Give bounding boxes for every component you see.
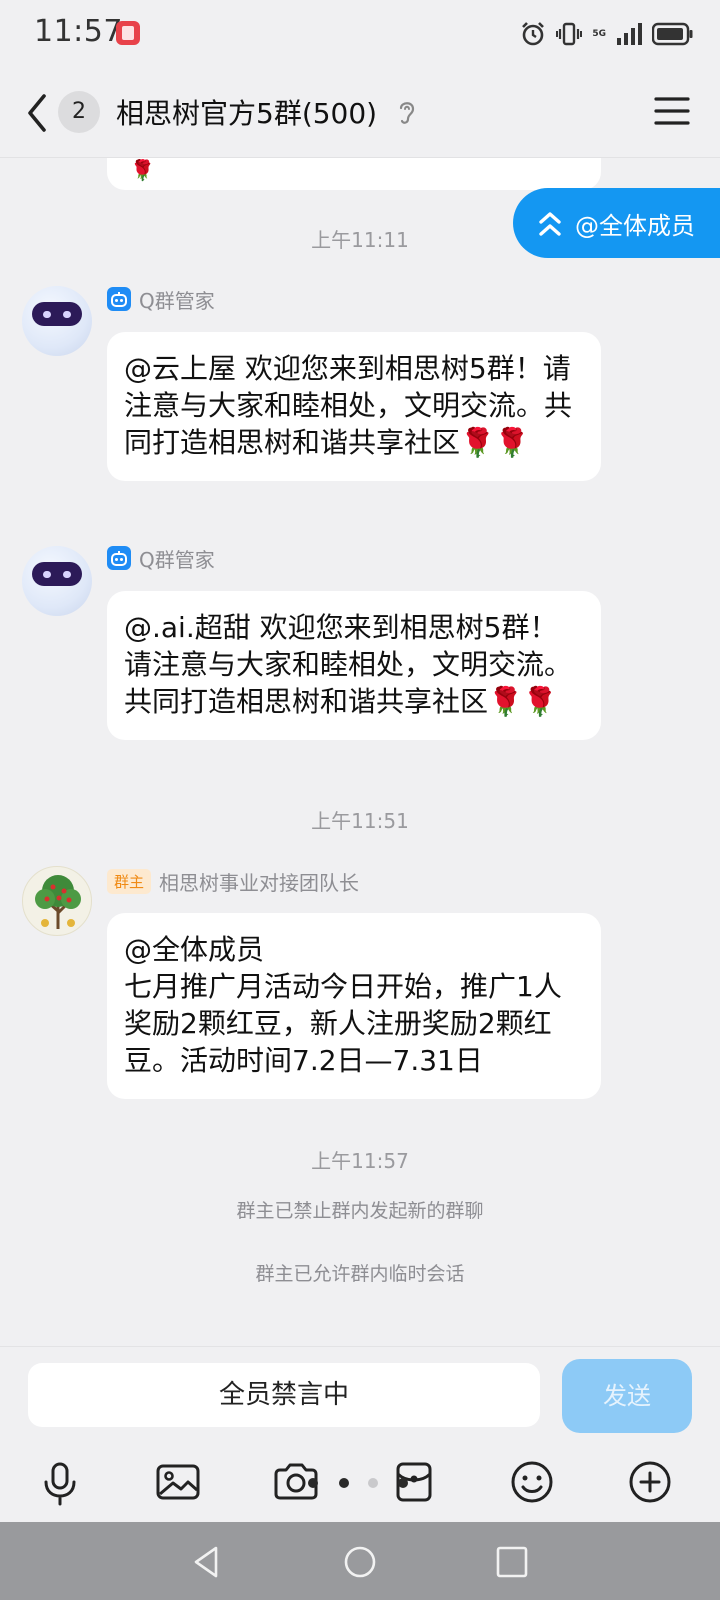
nav-home-icon[interactable]: [338, 1540, 382, 1584]
timestamp: 上午11:57: [311, 1149, 409, 1173]
sender-name[interactable]: 相思树事业对接团队长: [159, 867, 359, 896]
nav-recents-icon[interactable]: [490, 1540, 534, 1584]
message-bubble[interactable]: @云上屋 欢迎您来到相思树5群！请注意与大家和睦相处，文明交流。共同打造相思树和…: [107, 332, 601, 481]
page-dot-active: [308, 1478, 318, 1488]
chat-header: 2 相思树官方5群(500): [0, 68, 720, 158]
sender-row: Q群管家: [107, 544, 215, 573]
message-bubble-previous[interactable]: [107, 158, 601, 190]
page-indicator: [0, 1478, 720, 1488]
sender-row: Q群管家: [107, 285, 215, 314]
nav-back-icon[interactable]: [186, 1540, 230, 1584]
vibrate-icon: [556, 22, 583, 46]
timestamp: 上午11:11: [311, 228, 409, 252]
bot-visor: [32, 562, 82, 586]
page-dot: [368, 1478, 378, 1488]
bot-eye: [43, 571, 51, 578]
system-message: 群主已禁止群内发起新的群聊: [236, 1200, 484, 1222]
alarm-icon: [522, 22, 545, 46]
page-dot: [398, 1478, 408, 1488]
sender-row: 群主 相思树事业对接团队长: [107, 867, 359, 896]
notification-icon: [116, 21, 140, 45]
status-icons: 5G: [520, 18, 694, 50]
message-bubble[interactable]: @.ai.超甜 欢迎您来到相思树5群！请注意与大家和睦相处，文明交流。共同打造相…: [107, 591, 601, 740]
robot-badge-icon: [107, 287, 131, 311]
rose-emoji: 🌹: [130, 158, 155, 182]
menu-icon[interactable]: [654, 94, 690, 128]
battery-icon: [652, 22, 693, 46]
signal-icon: [617, 23, 642, 45]
chat-toolbar: [0, 1440, 720, 1522]
group-owner-badge: 群主: [107, 868, 152, 894]
robot-badge-icon: [107, 546, 131, 570]
ear-icon[interactable]: [396, 98, 418, 126]
unread-count-badge[interactable]: 2: [58, 91, 100, 133]
tree-avatar[interactable]: [22, 866, 92, 936]
bot-eye: [63, 571, 71, 578]
bot-avatar[interactable]: [22, 286, 92, 356]
network-type: 5G: [592, 29, 606, 39]
sender-name[interactable]: Q群管家: [139, 285, 215, 314]
bot-eye: [63, 311, 71, 318]
bot-avatar[interactable]: [22, 546, 92, 616]
chat-messages[interactable]: 🌹 @全体成员 上午11:11 Q群管家 @云上屋 欢迎您来到相思树5群！请注意…: [0, 158, 720, 1346]
status-time: 11:57: [34, 14, 123, 49]
group-title[interactable]: 相思树官方5群(500): [116, 92, 377, 132]
sender-name[interactable]: Q群管家: [139, 544, 215, 573]
send-button[interactable]: 发送: [562, 1359, 692, 1433]
timestamp: 上午11:51: [311, 809, 409, 833]
bot-eye: [43, 311, 51, 318]
bot-visor: [32, 302, 82, 326]
system-nav-bar: [0, 1522, 720, 1600]
status-bar: 11:57 5G: [0, 0, 720, 68]
input-bar: 全员禁言中 发送: [0, 1346, 720, 1440]
message-input[interactable]: 全员禁言中: [28, 1363, 540, 1427]
message-bubble[interactable]: @全体成员 七月推广月活动今日开始，推广1人奖励2颗红豆，新人注册奖励2颗红豆。…: [107, 913, 601, 1099]
back-arrow-icon[interactable]: [22, 88, 52, 138]
page-dot: [339, 1478, 349, 1488]
system-message: 群主已允许群内临时会话: [255, 1263, 465, 1285]
